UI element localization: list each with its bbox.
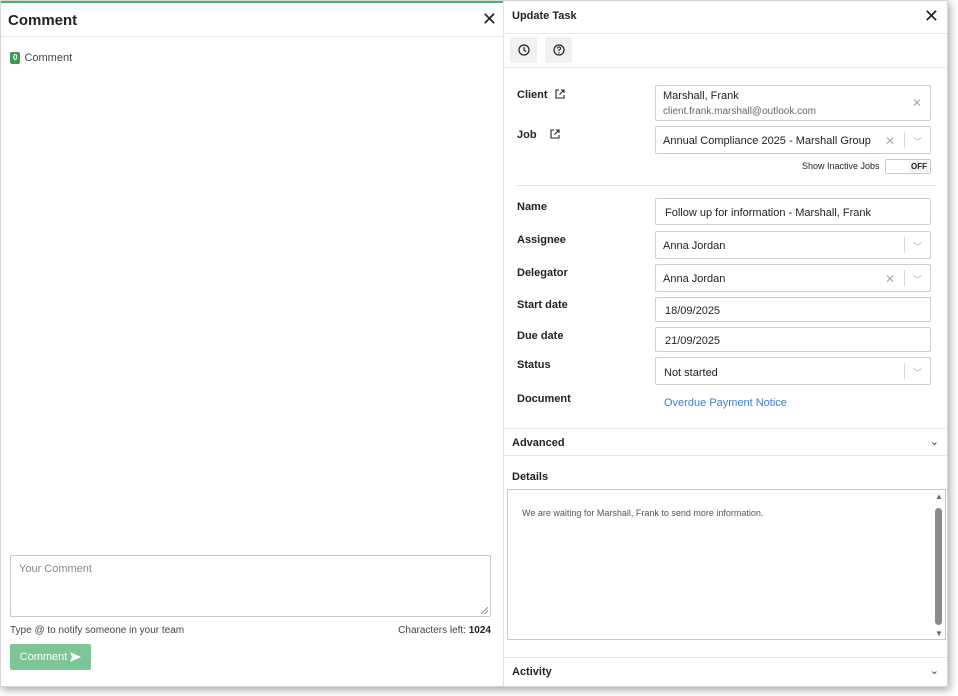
clear-client-icon[interactable]: ✕ xyxy=(912,96,922,110)
task-toolbar xyxy=(504,34,947,68)
job-select-separator xyxy=(904,132,905,148)
resize-grip-icon[interactable] xyxy=(481,607,488,614)
document-link[interactable]: Overdue Payment Notice xyxy=(664,397,787,409)
history-button[interactable] xyxy=(510,37,537,63)
comment-count-badge: 0 xyxy=(10,52,21,64)
section-divider xyxy=(516,185,936,186)
name-value: Follow up for information - Marshall, Fr… xyxy=(665,207,872,219)
delegator-select-separator xyxy=(904,270,905,286)
comment-input[interactable]: Your Comment xyxy=(10,555,491,617)
client-email: client.frank.marshall@outlook.com xyxy=(663,106,816,117)
update-task-header: Update Task ✕ xyxy=(504,1,947,34)
scroll-down-icon[interactable]: ▼ xyxy=(935,629,943,638)
chevron-down-icon[interactable]: ﹀ xyxy=(913,366,922,379)
job-select[interactable]: Annual Compliance 2025 - Marshall Group … xyxy=(655,126,931,154)
close-comment-icon[interactable]: ✕ xyxy=(482,10,497,28)
toggle-state: OFF xyxy=(909,161,929,172)
details-textarea[interactable]: We are waiting for Marshall, Frank to se… xyxy=(507,489,946,640)
details-text: We are waiting for Marshall, Frank to se… xyxy=(522,508,764,518)
chevron-down-icon[interactable]: ﹀ xyxy=(913,135,922,148)
assignee-select-separator xyxy=(904,237,905,253)
status-select[interactable]: Not started ﹀ xyxy=(655,357,931,385)
chevron-down-icon: ⌄ xyxy=(929,436,939,448)
status-label: Status xyxy=(517,359,551,371)
start-date-value: 18/09/2025 xyxy=(665,305,721,317)
characters-left: Characters left: 1024 xyxy=(398,625,491,636)
job-label-text: Job xyxy=(517,129,537,141)
chevron-down-icon[interactable]: ﹀ xyxy=(913,273,922,286)
comment-panel-header: Comment ✕ xyxy=(1,3,503,37)
name-label: Name xyxy=(517,201,547,213)
comment-panel: Comment ✕ 0 Comment Your Comment Type @ … xyxy=(1,1,503,686)
name-input[interactable]: Follow up for information - Marshall, Fr… xyxy=(655,198,931,225)
activity-section-toggle[interactable]: Activity ⌄ xyxy=(504,657,947,685)
comment-panel-title: Comment xyxy=(8,12,78,29)
help-icon xyxy=(552,44,565,56)
external-link-icon[interactable] xyxy=(555,89,565,99)
show-inactive-jobs-toggle[interactable]: OFF xyxy=(885,159,931,174)
mention-hint: Type @ to notify someone in your team xyxy=(10,625,185,636)
characters-left-value: 1024 xyxy=(468,625,491,636)
show-inactive-jobs-label: Show Inactive Jobs xyxy=(802,161,880,171)
client-name: Marshall, Frank xyxy=(663,90,739,102)
update-task-title: Update Task xyxy=(512,10,577,22)
scroll-up-icon[interactable]: ▲ xyxy=(935,492,943,501)
submit-comment-label: Comment xyxy=(19,651,68,663)
chevron-down-icon[interactable]: ﹀ xyxy=(913,240,922,253)
clear-job-icon[interactable]: ✕ xyxy=(885,134,895,148)
client-label: Client xyxy=(517,89,565,101)
start-date-label: Start date xyxy=(517,299,568,311)
submit-comment-button[interactable]: Comment xyxy=(10,644,91,670)
scrollbar-thumb[interactable] xyxy=(935,508,942,625)
due-date-label: Due date xyxy=(517,330,564,342)
start-date-input[interactable]: 18/09/2025 xyxy=(655,297,931,322)
details-label: Details xyxy=(512,471,549,483)
external-link-icon[interactable] xyxy=(550,129,560,139)
client-label-text: Client xyxy=(517,89,548,101)
client-select[interactable]: Marshall, Frank client.frank.marshall@ou… xyxy=(655,85,931,121)
due-date-value: 21/09/2025 xyxy=(665,335,721,347)
assignee-value: Anna Jordan xyxy=(663,240,726,252)
advanced-section-toggle[interactable]: Advanced ⌄ xyxy=(504,428,947,456)
clear-delegator-icon[interactable]: ✕ xyxy=(885,272,895,286)
job-value: Annual Compliance 2025 - Marshall Group xyxy=(663,135,871,147)
status-value: Not started xyxy=(664,367,718,379)
advanced-label: Advanced xyxy=(512,437,565,449)
delegator-value: Anna Jordan xyxy=(663,273,726,285)
assignee-label: Assignee xyxy=(517,234,566,246)
clock-icon xyxy=(517,44,530,56)
comment-count-label: Comment xyxy=(24,52,73,64)
delegator-label: Delegator xyxy=(517,267,568,279)
comment-count: 0 Comment xyxy=(10,52,72,64)
close-task-icon[interactable]: ✕ xyxy=(924,7,939,25)
job-label: Job xyxy=(517,129,560,141)
chevron-down-icon: ⌄ xyxy=(929,665,939,677)
activity-label: Activity xyxy=(512,666,552,678)
send-icon xyxy=(70,652,82,662)
details-scrollbar[interactable]: ▲ ▼ xyxy=(934,491,944,638)
comment-input-placeholder: Your Comment xyxy=(19,563,92,575)
due-date-input[interactable]: 21/09/2025 xyxy=(655,327,931,352)
help-button[interactable] xyxy=(545,37,572,63)
update-task-panel: Update Task ✕ Client Marshall, Frank cli… xyxy=(503,1,947,686)
status-select-separator xyxy=(904,363,905,379)
document-label: Document xyxy=(517,393,571,405)
assignee-select[interactable]: Anna Jordan ﹀ xyxy=(655,231,931,259)
delegator-select[interactable]: Anna Jordan ✕ ﹀ xyxy=(655,264,931,292)
characters-left-label: Characters left: xyxy=(398,625,466,636)
